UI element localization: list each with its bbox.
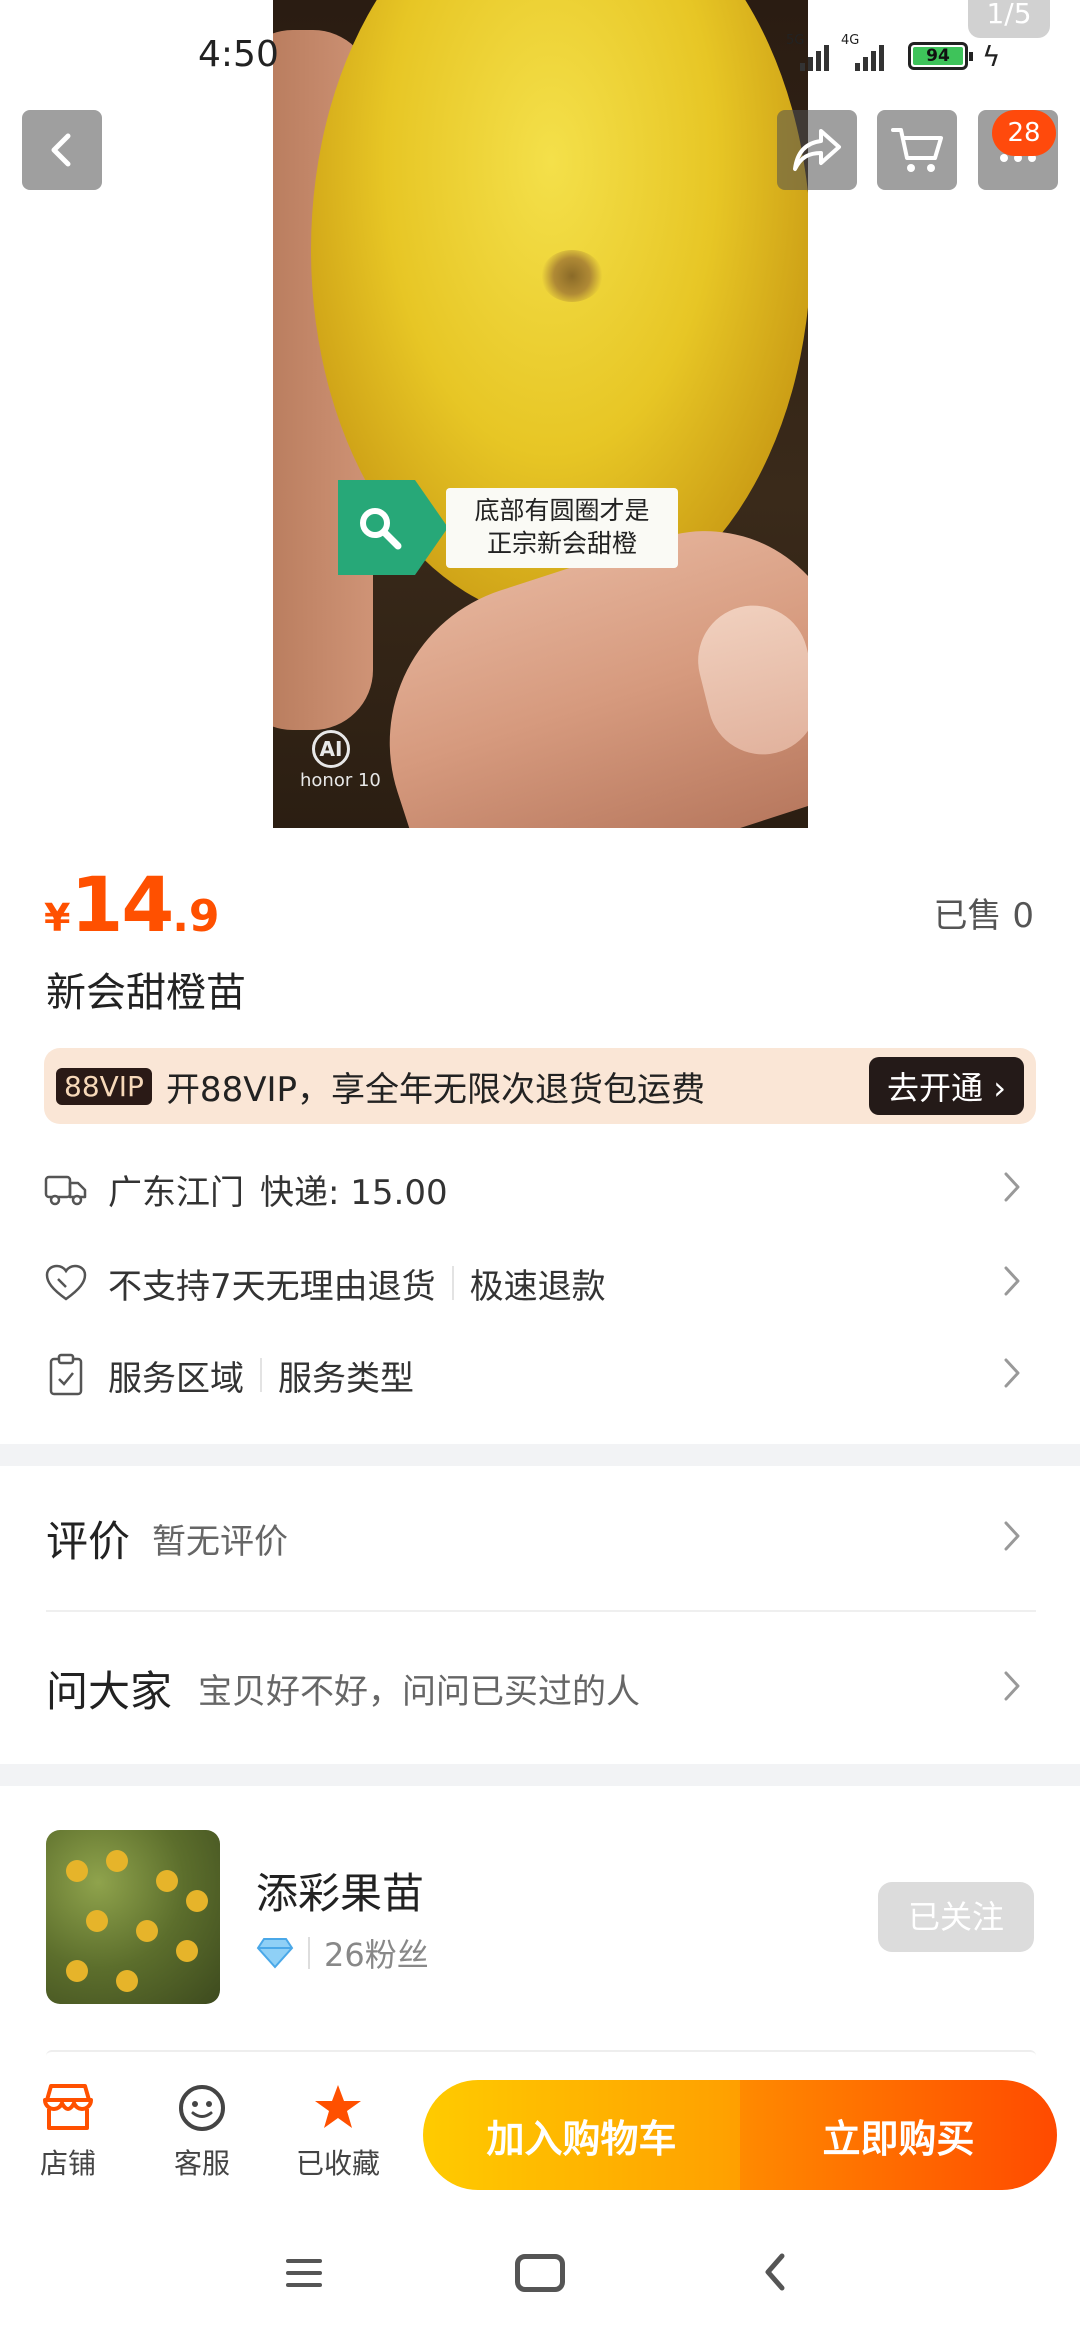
favorite-label: 已收藏: [295, 2147, 380, 2180]
callout-line-1: 底部有圆圈才是: [474, 496, 650, 525]
section-divider: [0, 1764, 1080, 1786]
shop-fans: 26粉丝: [324, 1936, 429, 1974]
clipboard-icon: [44, 1353, 88, 1397]
ask-label: 问大家: [46, 1666, 173, 1716]
bottom-action-bar: 店铺 客服 已收藏 加入购物车 立即购买: [0, 2062, 1080, 2210]
service-row[interactable]: 服务区域 服务类型: [44, 1340, 1036, 1410]
row-divider: [46, 1610, 1036, 1612]
chevron-right-icon: [1002, 1170, 1022, 1208]
service-area-text: 服务区域: [108, 1358, 244, 1399]
row-separator: [451, 1266, 454, 1300]
row-separator: [260, 1358, 262, 1392]
system-navigation-bar: [0, 2210, 1080, 2340]
cart-button[interactable]: [877, 110, 957, 190]
meta-separator: [308, 1937, 310, 1969]
return-policy-row[interactable]: 不支持7天无理由退货 极速退款: [44, 1248, 1036, 1318]
network-type-1: 5G: [786, 33, 805, 48]
vip-open-label: 去开通: [887, 1069, 984, 1107]
menu-icon[interactable]: [284, 2256, 324, 2290]
camera-watermark: AI honor 10: [300, 730, 381, 791]
share-button[interactable]: [777, 110, 857, 190]
diamond-icon: [256, 1938, 294, 1969]
gallery-counter: 1/5: [968, 0, 1050, 38]
callout-search-tag: [338, 480, 448, 575]
follow-button[interactable]: 已关注: [878, 1882, 1034, 1952]
shop-card-edge: [46, 2050, 1036, 2056]
store-icon: [43, 2084, 93, 2130]
customer-service-label: 客服: [173, 2147, 230, 2180]
share-icon: [793, 129, 841, 171]
reviews-row[interactable]: 评价 暂无评价: [46, 1488, 1036, 1588]
price-decimal: .9: [172, 891, 220, 942]
shipping-fee: 快递: 15.00: [260, 1172, 448, 1213]
section-divider: [0, 1444, 1080, 1466]
shipping-row[interactable]: 广东江门 快递: 15.00: [44, 1154, 1036, 1224]
signal-icon: 5G: [786, 33, 829, 71]
charging-icon: ϟ: [982, 39, 1001, 73]
back-button[interactable]: [22, 110, 102, 190]
vip-tag: 88VIP: [56, 1067, 152, 1105]
callout-text-box: 底部有圆圈才是 正宗新会甜橙: [446, 488, 678, 568]
callout-line-2: 正宗新会甜橙: [486, 529, 637, 558]
ask-hint: 宝贝好不好，问问已买过的人: [198, 1671, 641, 1712]
chevron-right-icon: [1002, 1669, 1022, 1707]
chevron-right-icon: [1002, 1264, 1022, 1302]
photo-callout: 底部有圆圈才是 正宗新会甜橙: [338, 480, 678, 575]
currency-symbol: ¥: [44, 896, 71, 940]
status-icons: 5G 4G 94 ϟ: [786, 33, 1001, 76]
add-to-cart-button[interactable]: 加入购物车: [423, 2080, 740, 2190]
fast-refund-text: 极速退款: [469, 1266, 606, 1307]
purchase-actions: 加入购物车 立即购买: [423, 2080, 1057, 2190]
chat-face-icon: [179, 2085, 225, 2131]
vip-text: 开88VIP，享全年无限次退货包运费: [165, 1069, 705, 1110]
reviews-summary: 暂无评价: [152, 1521, 289, 1562]
product-price: ¥14.9: [44, 860, 220, 949]
cart-icon: [891, 128, 943, 172]
reviews-label: 评价: [46, 1516, 131, 1566]
shop-tab-label: 店铺: [39, 2147, 96, 2180]
customer-service-tab[interactable]: 客服: [152, 2082, 252, 2182]
shop-tab[interactable]: 店铺: [18, 2082, 118, 2182]
price-integer: 14: [70, 860, 174, 949]
shop-avatar[interactable]: [46, 1830, 220, 2004]
photo-orange-navel: [541, 250, 603, 302]
product-photo[interactable]: 底部有圆圈才是 正宗新会甜橙 AI honor 10: [273, 0, 808, 828]
back-icon: [51, 133, 71, 167]
system-back-icon[interactable]: [760, 2252, 790, 2292]
favorite-tab[interactable]: 已收藏: [288, 2082, 388, 2182]
status-time: 4:50: [198, 34, 279, 75]
heart-shield-icon: [44, 1261, 88, 1305]
ask-everyone-row[interactable]: 问大家 宝贝好不好，问问已买过的人: [46, 1638, 1036, 1738]
buy-now-button[interactable]: 立即购买: [740, 2080, 1057, 2190]
battery-level: 94: [913, 47, 963, 65]
return-policy-text: 不支持7天无理由退货: [108, 1266, 436, 1307]
magnifier-icon: [360, 508, 402, 550]
chevron-right-icon: [1002, 1356, 1022, 1394]
network-type-2: 4G: [841, 33, 860, 48]
service-type-text: 服务类型: [278, 1358, 414, 1399]
shop-meta: 26粉丝: [256, 1930, 429, 1976]
sold-count: 已售 0: [933, 896, 1034, 936]
vip-banner[interactable]: 88VIP 开88VIP，享全年无限次退货包运费 去开通 ›: [44, 1048, 1036, 1124]
chevron-right-icon: [1002, 1519, 1022, 1557]
signal-icon: 4G: [841, 33, 884, 71]
star-filled-icon: [315, 2085, 361, 2128]
battery-icon: 94: [908, 42, 973, 70]
home-icon[interactable]: [515, 2254, 565, 2292]
cart-count-badge: 28: [992, 110, 1056, 156]
watermark-text: honor 10: [300, 770, 381, 791]
vip-open-button[interactable]: 去开通 ›: [869, 1057, 1024, 1115]
ai-logo-icon: AI: [312, 730, 350, 768]
shipping-location: 广东江门: [108, 1172, 244, 1213]
shop-name[interactable]: 添彩果苗: [256, 1860, 424, 1921]
product-title: 新会甜橙苗: [46, 970, 246, 1016]
truck-icon: [44, 1167, 88, 1211]
